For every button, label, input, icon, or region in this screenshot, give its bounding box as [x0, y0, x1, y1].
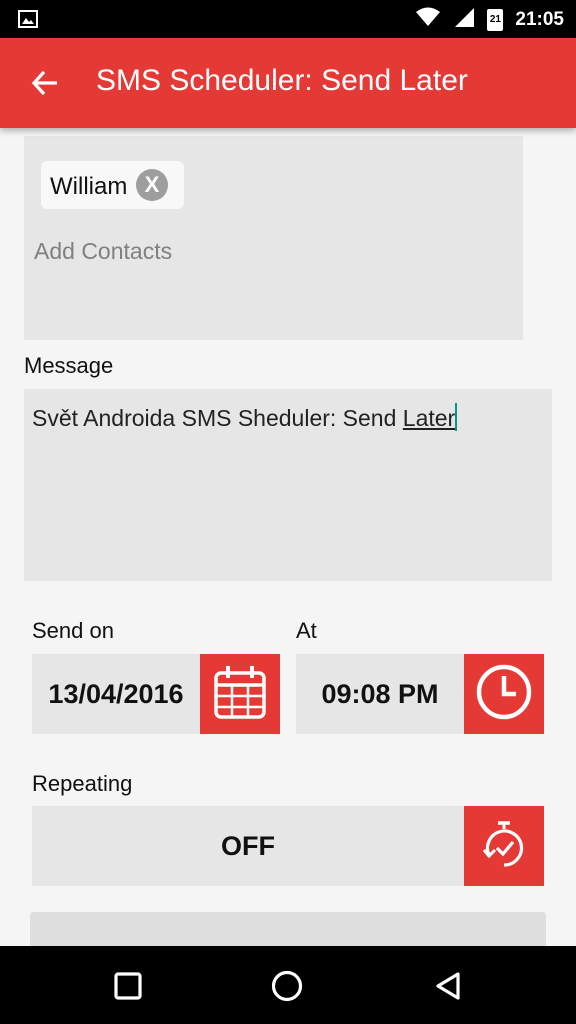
send-on-label: Send on	[32, 618, 114, 643]
calendar-day-text: 21	[489, 13, 501, 25]
contact-chip-name: William	[50, 173, 128, 200]
contact-chip[interactable]: William X	[41, 161, 184, 209]
page-title: SMS Scheduler: Send Later	[96, 64, 468, 97]
message-text: Svět Androida SMS Sheduler: Send Later	[32, 403, 458, 432]
next-section-card	[30, 912, 546, 946]
time-picker-button[interactable]	[464, 654, 544, 734]
image-notification-icon	[18, 10, 38, 33]
time-field[interactable]: 09:08 PM	[296, 654, 464, 734]
back-nav-icon[interactable]	[430, 968, 466, 1004]
date-value: 13/04/2016	[48, 679, 184, 709]
time-value: 09:08 PM	[321, 679, 439, 709]
repeating-value: OFF	[221, 831, 275, 861]
clock-icon	[474, 662, 534, 727]
repeating-field[interactable]: OFF	[32, 806, 464, 886]
repeat-settings-button[interactable]	[464, 806, 544, 886]
contacts-input-area[interactable]: William X Add Contacts	[24, 136, 523, 340]
home-icon[interactable]	[269, 968, 305, 1004]
text-cursor	[455, 403, 458, 431]
add-contacts-placeholder[interactable]: Add Contacts	[34, 238, 172, 265]
app-bar: SMS Scheduler: Send Later	[0, 38, 576, 128]
at-label: At	[296, 618, 317, 643]
remove-contact-icon[interactable]: X	[136, 169, 168, 201]
navigation-bar	[0, 946, 576, 1024]
wifi-icon	[415, 7, 441, 32]
calendar-icon	[212, 663, 268, 726]
status-bar: 21 21:05	[0, 0, 576, 38]
message-text-main: Svět Androida SMS Sheduler: Send	[32, 405, 403, 431]
form-content[interactable]: William X Add Contacts Message Svět Andr…	[0, 128, 576, 946]
message-text-composing: Later	[402, 405, 456, 431]
back-arrow-icon[interactable]	[30, 68, 60, 98]
date-picker-button[interactable]	[200, 654, 280, 734]
clock: 21:05	[515, 8, 564, 30]
message-input[interactable]: Svět Androida SMS Sheduler: Send Later	[24, 389, 552, 581]
repeating-label: Repeating	[32, 771, 133, 796]
recents-icon[interactable]	[110, 968, 146, 1004]
message-label: Message	[24, 353, 114, 378]
calendar-status-icon: 21	[487, 8, 504, 31]
repeat-timer-icon	[481, 819, 527, 874]
date-field[interactable]: 13/04/2016	[32, 654, 200, 734]
signal-icon	[453, 6, 475, 33]
